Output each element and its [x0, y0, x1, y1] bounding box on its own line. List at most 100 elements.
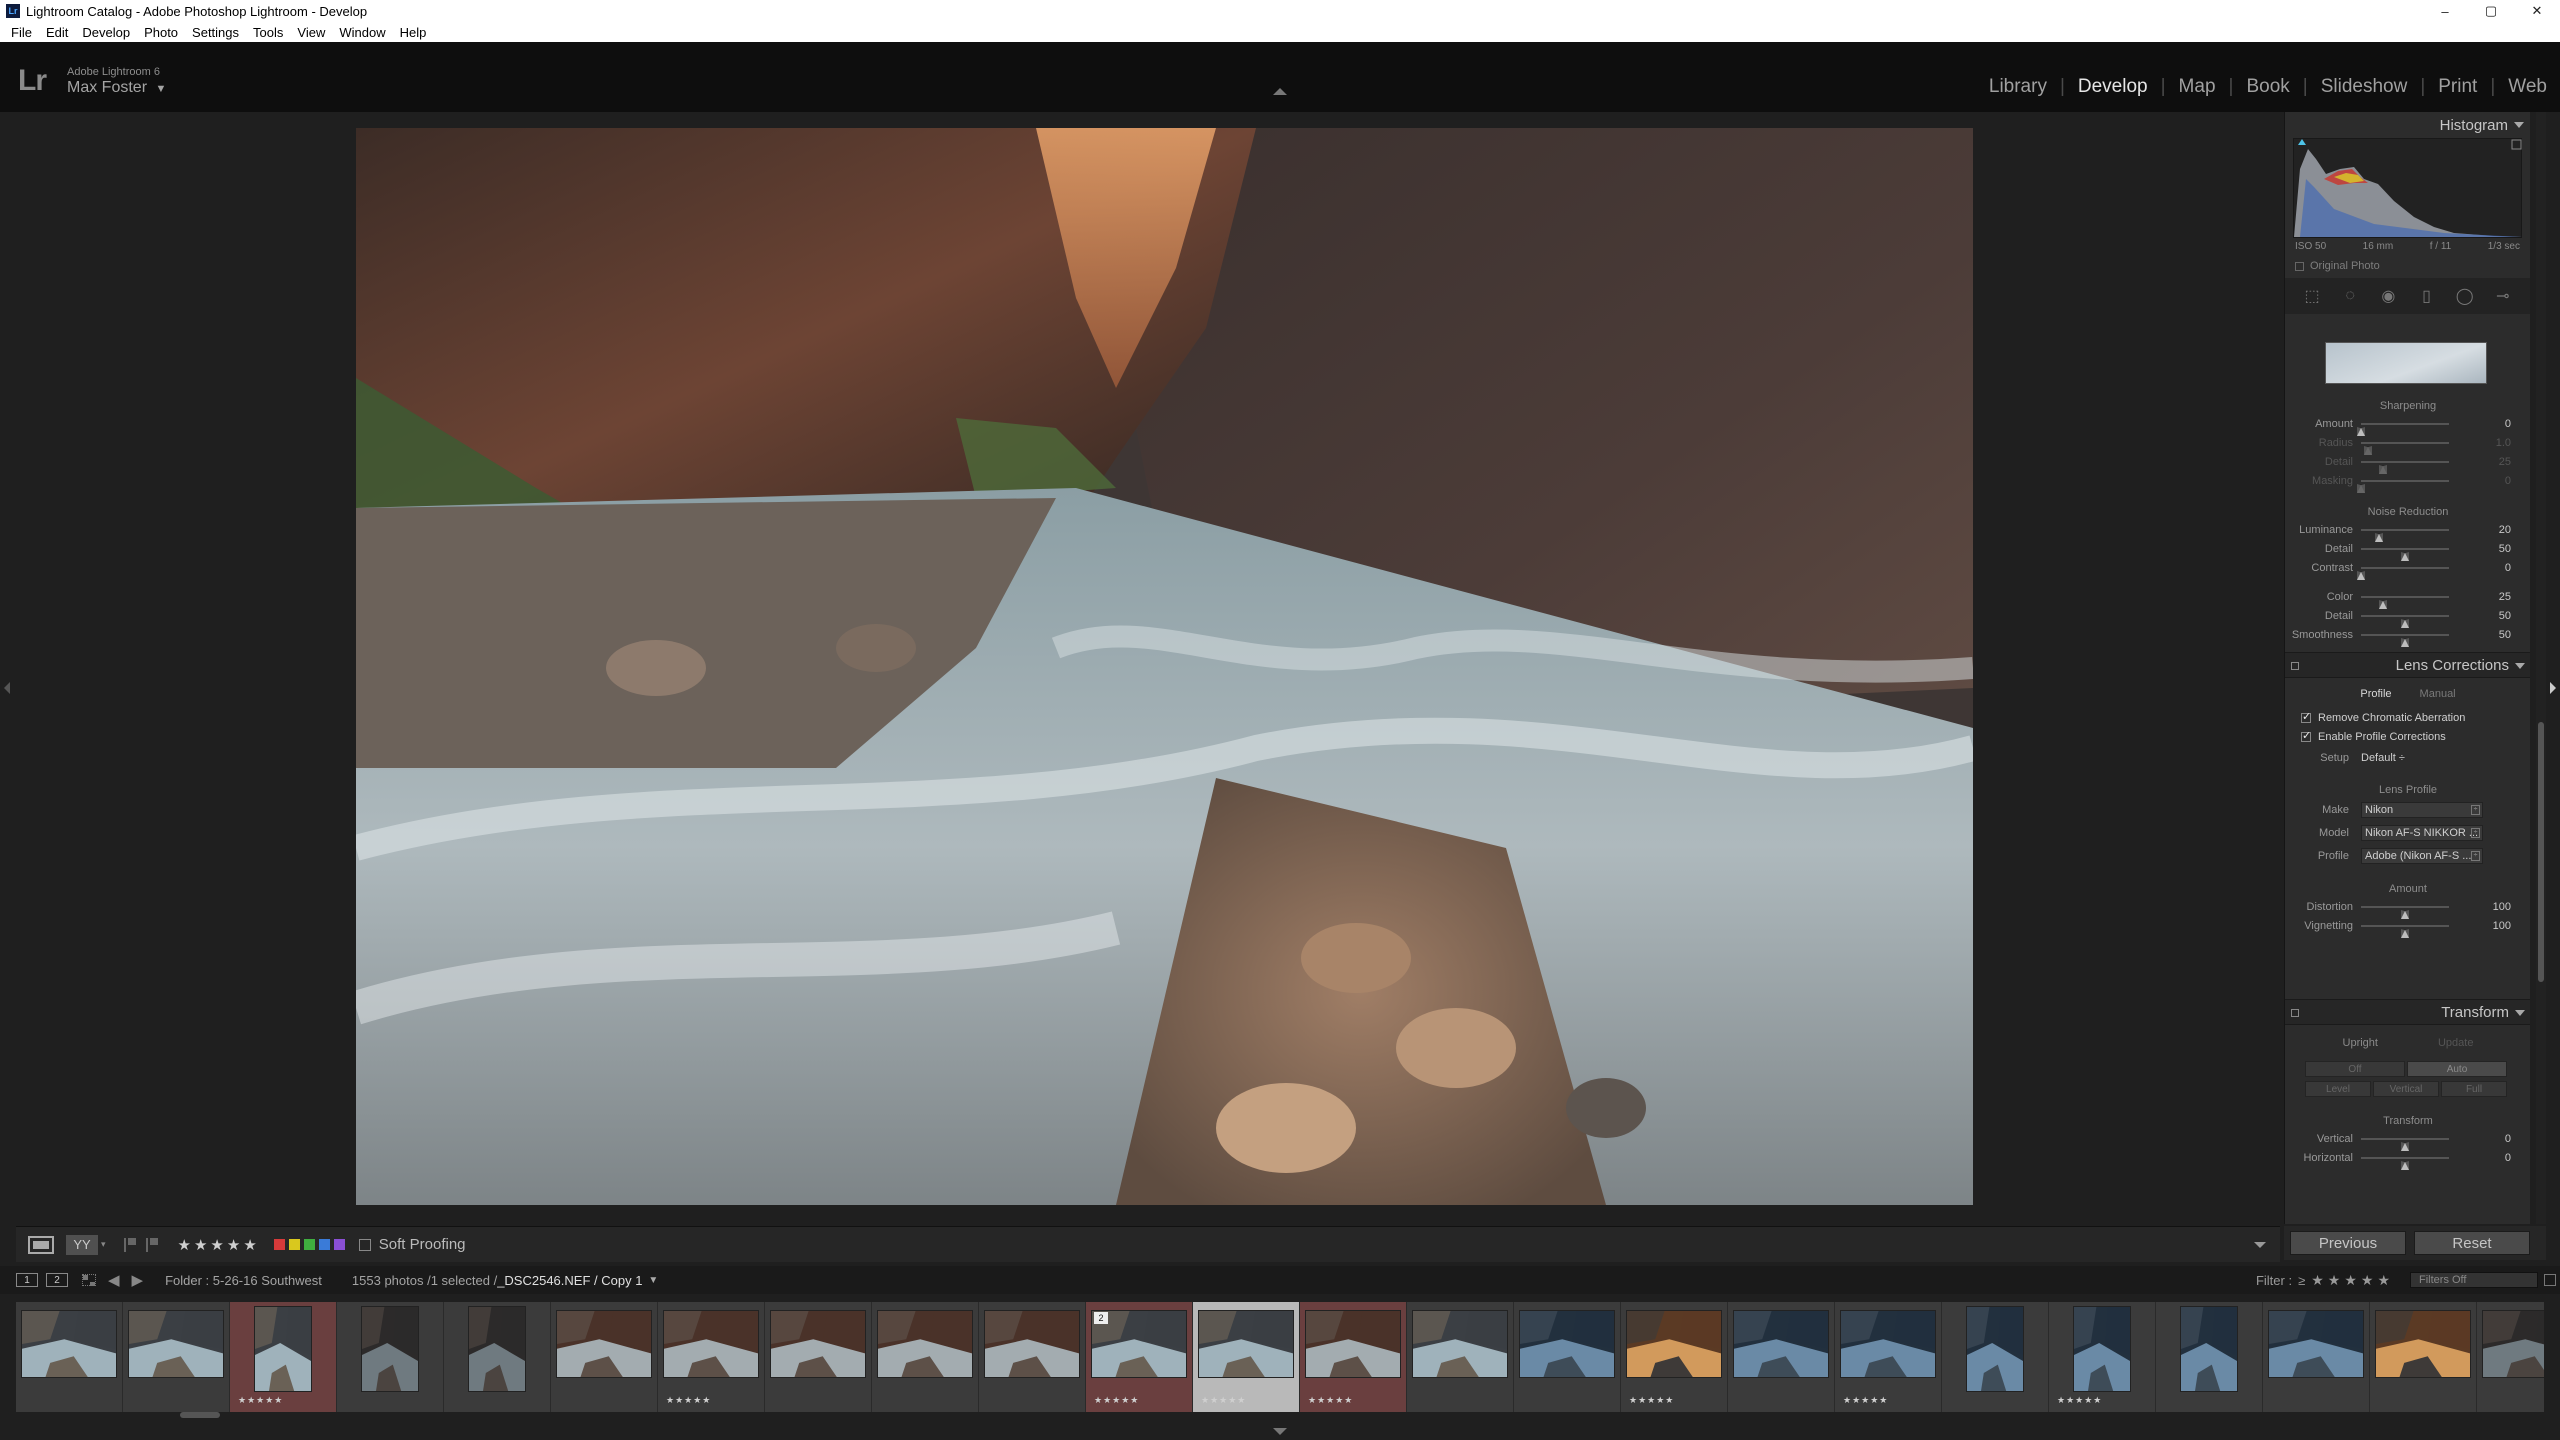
- filmstrip-cell[interactable]: [1942, 1302, 2049, 1412]
- module-library[interactable]: Library: [1976, 76, 2060, 98]
- graduated-filter-tool-icon[interactable]: ▯: [2416, 285, 2438, 307]
- stack-count-badge[interactable]: 2: [1094, 1312, 1108, 1324]
- menu-settings[interactable]: Settings: [185, 25, 246, 40]
- filmstrip-cell[interactable]: [1728, 1302, 1835, 1412]
- filmstrip-thumbnail[interactable]: [2482, 1310, 2544, 1378]
- panel-switch-icon[interactable]: [2291, 662, 2299, 670]
- filmstrip-source[interactable]: Folder : 5-26-16 Southwest: [165, 1273, 322, 1288]
- filmstrip-cell[interactable]: [1514, 1302, 1621, 1412]
- panel-switch-icon[interactable]: [2291, 1009, 2299, 1017]
- filmstrip-thumbnail[interactable]: [877, 1310, 973, 1378]
- make-select[interactable]: Nikon ÷: [2361, 801, 2483, 818]
- grid-view-icon[interactable]: [82, 1274, 96, 1286]
- identity-user[interactable]: Max Foster ▼: [67, 79, 166, 97]
- menu-tools[interactable]: Tools: [246, 25, 290, 40]
- slider-thumb[interactable]: [2379, 599, 2387, 609]
- color-label-yellow[interactable]: [288, 1239, 300, 1250]
- slider-value[interactable]: 0: [2449, 562, 2511, 574]
- slider-track[interactable]: [2361, 441, 2449, 455]
- filmstrip-thumbnail[interactable]: [663, 1310, 759, 1378]
- slider-track[interactable]: [2357, 422, 2449, 436]
- filter-stars[interactable]: ★★★★★: [2311, 1272, 2394, 1289]
- slider-thumb[interactable]: [2401, 1160, 2409, 1170]
- chevron-down-icon[interactable]: ▾: [101, 1239, 106, 1250]
- filmstrip-thumbnail[interactable]: [2375, 1310, 2471, 1378]
- tab-manual[interactable]: Manual: [2420, 688, 2456, 700]
- filmstrip-thumbnail[interactable]: [556, 1310, 652, 1378]
- filmstrip-thumbnail[interactable]: [1198, 1310, 1294, 1378]
- filmstrip-thumbnail[interactable]: [468, 1306, 526, 1392]
- filmstrip-thumbnail[interactable]: [2073, 1306, 2131, 1392]
- slider-track[interactable]: [2361, 595, 2449, 609]
- menu-edit[interactable]: Edit: [39, 25, 75, 40]
- histogram-graph[interactable]: [2293, 138, 2522, 238]
- model-select[interactable]: Nikon AF-S NIKKOR ... ÷: [2361, 824, 2483, 841]
- filter-select[interactable]: Filters Off: [2410, 1272, 2538, 1288]
- red-eye-tool-icon[interactable]: ◉: [2377, 285, 2399, 307]
- slider-track[interactable]: [2357, 566, 2449, 580]
- transform-header[interactable]: Transform: [2285, 999, 2530, 1025]
- slider-value[interactable]: 0: [2449, 1152, 2511, 1164]
- soft-proofing-checkbox[interactable]: [358, 1238, 371, 1251]
- slider-value[interactable]: 50: [2449, 543, 2511, 555]
- filter-operator[interactable]: ≥: [2298, 1273, 2305, 1288]
- menu-file[interactable]: File: [4, 25, 39, 40]
- main-photo[interactable]: [356, 128, 1973, 1205]
- menu-photo[interactable]: Photo: [137, 25, 185, 40]
- lens-corrections-header[interactable]: Lens Corrections: [2285, 652, 2530, 678]
- collapse-right-panel-icon[interactable]: [2550, 682, 2556, 694]
- filmstrip-cell[interactable]: [551, 1302, 658, 1412]
- tab-profile[interactable]: Profile: [2360, 688, 2391, 700]
- reset-button[interactable]: Reset: [2414, 1231, 2530, 1255]
- filmstrip-cell[interactable]: ★★★★★: [2049, 1302, 2156, 1412]
- module-develop[interactable]: Develop: [2065, 76, 2161, 98]
- slider-track[interactable]: [2361, 614, 2449, 628]
- enable-profile-corrections-checkbox[interactable]: [2301, 729, 2311, 742]
- spot-removal-tool-icon[interactable]: ◌: [2339, 285, 2361, 307]
- before-after-button[interactable]: YY: [66, 1234, 98, 1255]
- filmstrip-cell[interactable]: [2156, 1302, 2263, 1412]
- filmstrip-cell[interactable]: [2263, 1302, 2370, 1412]
- expand-left-panel-icon[interactable]: [4, 682, 10, 694]
- menu-help[interactable]: Help: [393, 25, 434, 40]
- slider-thumb[interactable]: [2401, 1141, 2409, 1151]
- detail-preview-image[interactable]: [2325, 342, 2487, 384]
- slider-value[interactable]: 0: [2449, 475, 2511, 487]
- slider-value[interactable]: 25: [2449, 456, 2511, 468]
- slider-thumb[interactable]: [2401, 637, 2409, 647]
- filmstrip-cell[interactable]: [872, 1302, 979, 1412]
- slider-value[interactable]: 100: [2449, 901, 2511, 913]
- filmstrip-cell[interactable]: [979, 1302, 1086, 1412]
- module-slideshow[interactable]: Slideshow: [2308, 76, 2421, 98]
- filmstrip-thumbnail[interactable]: [1966, 1306, 2024, 1392]
- filmstrip-thumbnail[interactable]: [984, 1310, 1080, 1378]
- upright-off-button[interactable]: Off: [2305, 1061, 2405, 1077]
- filmstrip-cell[interactable]: [1407, 1302, 1514, 1412]
- main-screen-button[interactable]: 1: [16, 1273, 38, 1287]
- module-web[interactable]: Web: [2495, 76, 2560, 98]
- slider-track[interactable]: [2361, 1156, 2449, 1170]
- filmstrip-thumbnail[interactable]: [21, 1310, 117, 1378]
- filmstrip-thumbnail[interactable]: [1519, 1310, 1615, 1378]
- color-label-green[interactable]: [303, 1239, 315, 1250]
- filter-lock-icon[interactable]: [2544, 1274, 2556, 1286]
- filmstrip-thumbnail[interactable]: [128, 1310, 224, 1378]
- slider-track[interactable]: [2361, 528, 2449, 542]
- slider-track[interactable]: [2361, 460, 2449, 474]
- upright-level-button[interactable]: Level: [2305, 1081, 2371, 1097]
- right-panel-scrollbar[interactable]: [2536, 112, 2546, 1224]
- filmstrip-thumbnail[interactable]: [770, 1310, 866, 1378]
- crop-tool-icon[interactable]: ⬚: [2301, 285, 2323, 307]
- filmstrip-scrollbar-thumb[interactable]: [180, 1412, 220, 1418]
- color-label-red[interactable]: [273, 1239, 285, 1250]
- profile-select[interactable]: Adobe (Nikon AF-S ... ÷: [2361, 847, 2483, 864]
- filmstrip-thumbnail[interactable]: [2268, 1310, 2364, 1378]
- slider-thumb[interactable]: [2357, 570, 2365, 580]
- original-photo-checkbox[interactable]: [2295, 261, 2304, 271]
- adjustment-brush-tool-icon[interactable]: ⊸: [2492, 285, 2514, 307]
- filmstrip-thumbnail[interactable]: [361, 1306, 419, 1392]
- filmstrip-cell[interactable]: [2370, 1302, 2477, 1412]
- slider-value[interactable]: 50: [2449, 629, 2511, 641]
- module-book[interactable]: Book: [2233, 76, 2302, 98]
- color-label-purple[interactable]: [333, 1239, 345, 1250]
